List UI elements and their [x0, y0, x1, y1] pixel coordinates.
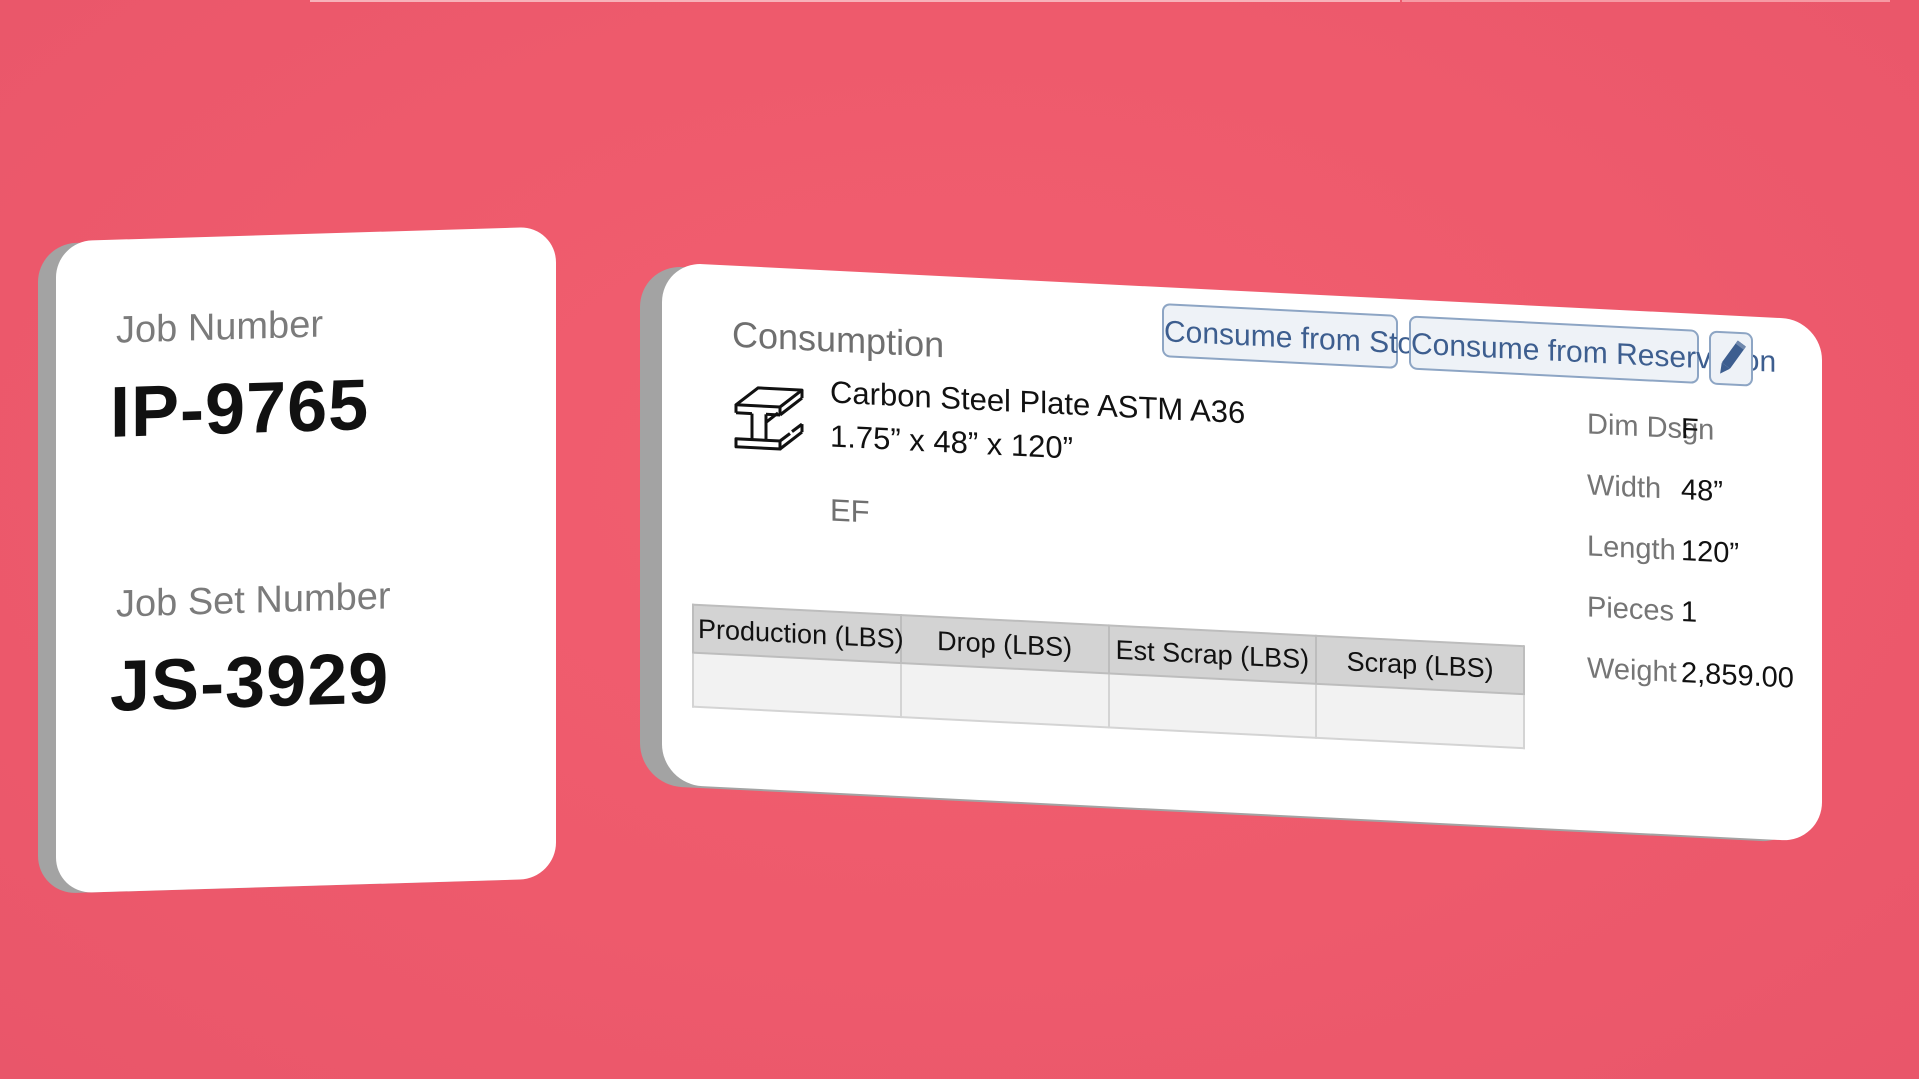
spec-value-length: 120”: [1681, 535, 1740, 570]
edit-button[interactable]: [1709, 330, 1753, 387]
spec-value-width: 48”: [1681, 474, 1723, 509]
drop-cell[interactable]: [900, 663, 1109, 728]
spec-value-dim-dsgn: F: [1681, 413, 1699, 446]
job-set-number-label: Job Set Number: [116, 575, 391, 626]
consumption-card-face: Consumption Consume from Stock Consume f…: [662, 262, 1822, 843]
spec-label-weight: Weight: [1587, 652, 1677, 689]
job-info-card: Job Number IP-9765 Job Set Number JS-392…: [38, 226, 558, 894]
job-set-number-value: JS-3929: [110, 638, 390, 727]
consume-from-reservation-button[interactable]: Consume from Reservation: [1409, 315, 1776, 384]
material-code: EF: [830, 492, 870, 530]
spec-label-width: Width: [1587, 469, 1662, 506]
weights-table: Production (LBS) Drop (LBS) Est Scrap (L…: [692, 604, 1525, 750]
job-number-label: Job Number: [116, 303, 323, 352]
pencil-icon: [1720, 340, 1746, 374]
spec-value-pieces: 1: [1681, 596, 1698, 629]
spec-label-pieces: Pieces: [1587, 591, 1675, 628]
top-edge-highlight: [310, 0, 1400, 2]
production-cell[interactable]: [693, 652, 901, 718]
consumption-card: Consumption Consume from Stock Consume f…: [640, 262, 1822, 914]
consumption-title: Consumption: [732, 313, 945, 366]
spec-label-length: Length: [1587, 530, 1676, 567]
job-info-card-face: Job Number IP-9765 Job Set Number JS-392…: [56, 226, 556, 894]
scrap-cell[interactable]: [1316, 683, 1524, 749]
job-number-value: IP-9765: [110, 365, 370, 453]
consume-from-stock-button[interactable]: Consume from Stock: [1162, 303, 1444, 369]
material-dimensions: 1.75” x 48” x 120”: [830, 418, 1073, 466]
i-beam-icon: [734, 386, 804, 451]
est-scrap-cell[interactable]: [1108, 673, 1317, 738]
spec-value-weight: 2,859.00: [1681, 657, 1794, 695]
top-edge-highlight-right: [1402, 0, 1890, 2]
